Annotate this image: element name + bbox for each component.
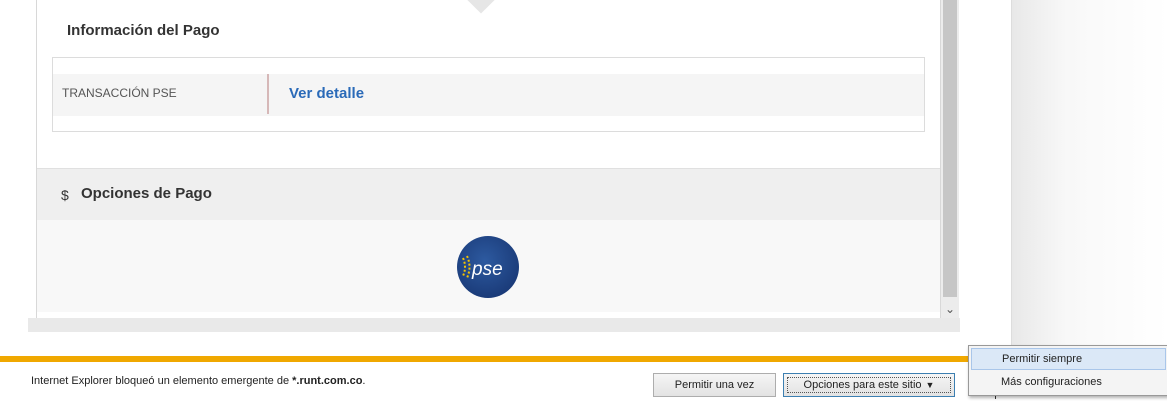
site-options-button[interactable]: Opciones para este sitio ▼ <box>783 373 955 397</box>
message-suffix: . <box>362 375 366 387</box>
scrollbar-thumb[interactable] <box>943 0 957 297</box>
message-site: *.runt.com.co <box>292 375 363 387</box>
site-options-menu: Permitir siempre Más configuraciones <box>968 345 1167 396</box>
view-detail-link[interactable]: Ver detalle <box>289 85 364 102</box>
site-options-label: Opciones para este sitio <box>803 379 922 391</box>
page-content: Información del Pago TRANSACCIÓN PSE Ver… <box>0 0 1010 352</box>
payment-info-title: Información del Pago <box>67 22 220 39</box>
payment-info-box: TRANSACCIÓN PSE Ver detalle <box>52 57 925 132</box>
dollar-icon: $ <box>61 187 69 203</box>
allow-once-button[interactable]: Permitir una vez <box>653 373 776 397</box>
transaction-label: TRANSACCIÓN PSE <box>62 86 177 100</box>
scroll-down-arrow-icon[interactable]: ⌄ <box>943 302 957 316</box>
right-side-panel <box>1011 0 1167 350</box>
popup-blocked-message: Internet Explorer bloqueó un elemento em… <box>31 375 365 387</box>
table-row: TRANSACCIÓN PSE Ver detalle <box>53 74 924 116</box>
content-frame-bottom <box>28 318 960 332</box>
payment-options-title: Opciones de Pago <box>81 185 212 202</box>
message-prefix: Internet Explorer bloqueó un elemento em… <box>31 375 293 387</box>
menu-item-more-settings[interactable]: Más configuraciones <box>971 371 1166 393</box>
pse-logo-text: pse <box>471 259 503 280</box>
dropdown-caret-icon: ▼ <box>925 380 935 390</box>
menu-item-label: Más configuraciones <box>1001 376 1102 388</box>
payment-options-header: $ Opciones de Pago <box>37 168 940 221</box>
site-options-focus-ring: Opciones para este sitio ▼ <box>787 377 951 393</box>
pse-logo-button[interactable]: pse <box>457 236 519 298</box>
menu-item-label: Permitir siempre <box>1002 353 1083 365</box>
tooltip-notch <box>465 0 497 14</box>
pse-logo-icon: pse <box>462 255 503 280</box>
menu-item-allow-always[interactable]: Permitir siempre <box>971 348 1166 370</box>
row-separator <box>267 74 269 114</box>
payment-options-body: pse <box>37 220 940 312</box>
